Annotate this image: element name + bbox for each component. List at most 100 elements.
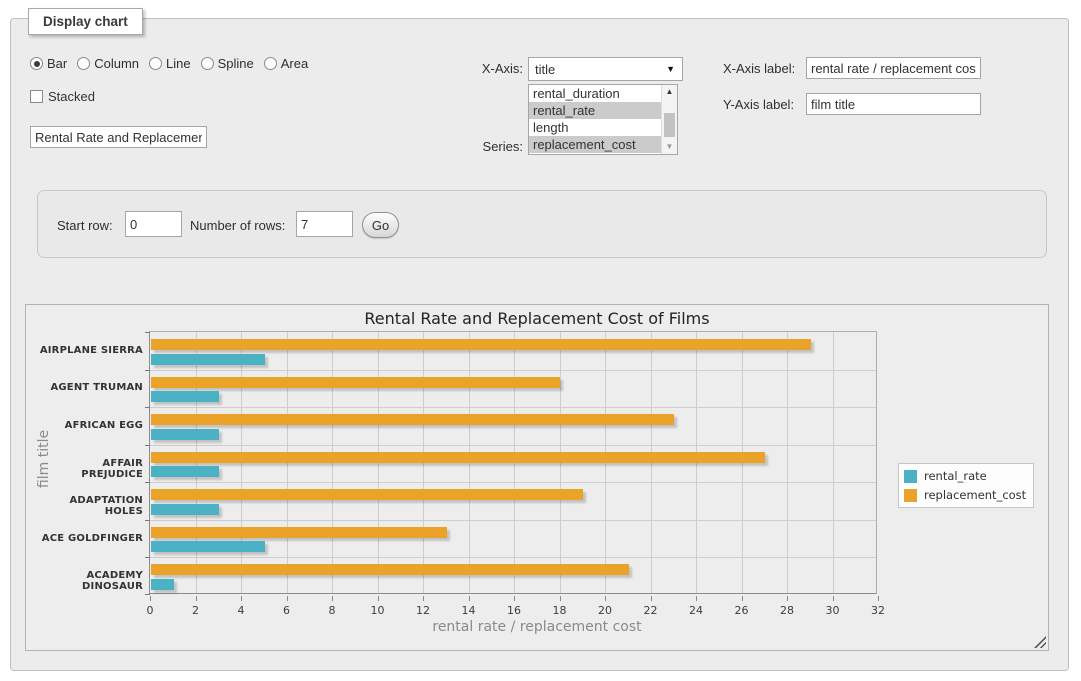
x-axis-tick <box>241 596 242 601</box>
y-axis-tick <box>145 445 150 446</box>
stacked-checkbox-icon[interactable] <box>30 90 43 103</box>
y-axis-category-label: ACE GOLDFINGER <box>39 533 143 544</box>
chart-type-option-bar[interactable]: Bar <box>30 56 67 71</box>
y-axis-category-label: AIRPLANE SIERRA <box>39 345 143 356</box>
legend-entry-rental_rate: rental_rate <box>904 469 1026 483</box>
x-axis-select[interactable]: title ▼ <box>528 57 683 81</box>
go-button[interactable]: Go <box>362 212 399 238</box>
chart-type-option-label: Area <box>281 56 308 71</box>
chart-type-option-column[interactable]: Column <box>77 56 139 71</box>
y-axis-tick <box>145 370 150 371</box>
chart-type-option-label: Column <box>94 56 139 71</box>
gridline-horizontal <box>150 370 876 371</box>
x-axis-tick <box>833 596 834 601</box>
radio-icon[interactable] <box>201 57 214 70</box>
radio-icon[interactable] <box>264 57 277 70</box>
bar-replacement_cost <box>151 377 560 388</box>
bar-rental_rate <box>151 541 265 552</box>
y-axis-category-label: AGENT TRUMAN <box>39 382 143 393</box>
bar-rental_rate <box>151 391 219 402</box>
chart-type-option-label: Bar <box>47 56 67 71</box>
x-axis-label-caption: X-Axis label: <box>723 61 795 76</box>
dropdown-arrow-icon: ▼ <box>666 65 675 74</box>
x-axis-tick <box>150 596 151 601</box>
gridline-horizontal <box>150 445 876 446</box>
x-axis-tick-label: 0 <box>138 604 162 617</box>
stacked-checkbox-row[interactable]: Stacked <box>30 89 95 104</box>
chart-title-input[interactable] <box>30 126 207 148</box>
scrollbar-up-icon[interactable]: ▲ <box>662 86 677 98</box>
scrollbar-thumb[interactable] <box>664 113 675 137</box>
x-axis-tick-label: 14 <box>457 604 481 617</box>
legend-swatch-replacement_cost <box>904 489 917 502</box>
scrollbar-down-icon[interactable]: ▼ <box>662 141 677 153</box>
gridline-horizontal <box>150 482 876 483</box>
x-axis-tick <box>878 596 879 601</box>
chart-type-option-area[interactable]: Area <box>264 56 308 71</box>
num-rows-label: Number of rows: <box>190 218 285 233</box>
bar-replacement_cost <box>151 564 629 575</box>
x-axis-select-label: X-Axis: <box>423 61 523 76</box>
x-axis-tick-label: 2 <box>184 604 208 617</box>
chart-type-radio-group: Bar Column Line Spline Area <box>30 56 308 71</box>
y-axis-category-label: AFRICAN EGG <box>39 420 143 431</box>
y-axis-category-label: ACADEMY DINOSAUR <box>39 570 143 592</box>
y-axis-category-label: AFFAIR PREJUDICE <box>39 458 143 480</box>
y-axis-tick <box>145 594 150 595</box>
series-option-length[interactable]: length <box>529 119 661 136</box>
page: Display chart Bar Column Line Spline Area St… <box>0 0 1081 681</box>
x-axis-tick-label: 18 <box>548 604 572 617</box>
bar-replacement_cost <box>151 527 447 538</box>
legend-entry-replacement_cost: replacement_cost <box>904 488 1026 502</box>
x-axis-tick <box>423 596 424 601</box>
bar-rental_rate <box>151 354 265 365</box>
x-axis-tick-label: 6 <box>275 604 299 617</box>
radio-icon[interactable] <box>77 57 90 70</box>
x-axis-tick <box>469 596 470 601</box>
start-row-input[interactable] <box>125 211 182 237</box>
bar-rental_rate <box>151 504 219 515</box>
y-axis-label-caption: Y-Axis label: <box>723 97 794 112</box>
panel-legend: Display chart <box>28 8 143 35</box>
y-axis-tick <box>145 520 150 521</box>
series-option-replacement_cost[interactable]: replacement_cost <box>529 136 661 153</box>
gridline-vertical <box>833 332 834 593</box>
x-axis-tick-label: 26 <box>730 604 754 617</box>
x-axis-tick-label: 12 <box>411 604 435 617</box>
x-axis-label-input[interactable] <box>806 57 981 79</box>
gridline-horizontal <box>150 520 876 521</box>
gridline-vertical <box>787 332 788 593</box>
x-axis-tick-label: 30 <box>821 604 845 617</box>
radio-icon[interactable] <box>30 57 43 70</box>
x-axis-tick <box>196 596 197 601</box>
legend-label: rental_rate <box>924 469 987 483</box>
series-scrollbar[interactable]: ▲ ▼ <box>661 85 677 154</box>
x-axis-tick-label: 32 <box>866 604 890 617</box>
chart-plot-area: 02468101214161820222426283032AIRPLANE SI… <box>149 331 877 594</box>
series-listbox[interactable]: rental_durationrental_ratelengthreplacem… <box>528 84 678 155</box>
row-range-box <box>37 190 1047 258</box>
num-rows-input[interactable] <box>296 211 353 237</box>
series-option-rental_duration[interactable]: rental_duration <box>529 85 661 102</box>
x-axis-tick <box>696 596 697 601</box>
x-axis-selected-value: title <box>535 62 555 77</box>
gridline-horizontal <box>150 557 876 558</box>
y-axis-tick <box>145 557 150 558</box>
legend-swatch-rental_rate <box>904 470 917 483</box>
y-axis-tick <box>145 332 150 333</box>
chart-container: Rental Rate and Replacement Cost of Film… <box>25 304 1049 651</box>
radio-icon[interactable] <box>149 57 162 70</box>
resize-handle-icon[interactable] <box>1034 636 1046 648</box>
x-axis-tick <box>560 596 561 601</box>
chart-type-option-line[interactable]: Line <box>149 56 191 71</box>
start-row-label: Start row: <box>57 218 113 233</box>
series-select-label: Series: <box>423 139 523 154</box>
series-options: rental_durationrental_ratelengthreplacem… <box>529 85 661 154</box>
bar-rental_rate <box>151 429 219 440</box>
x-axis-tick <box>378 596 379 601</box>
series-option-rental_rate[interactable]: rental_rate <box>529 102 661 119</box>
x-axis-tick-label: 8 <box>320 604 344 617</box>
chart-type-option-spline[interactable]: Spline <box>201 56 254 71</box>
bar-rental_rate <box>151 466 219 477</box>
y-axis-label-input[interactable] <box>806 93 981 115</box>
